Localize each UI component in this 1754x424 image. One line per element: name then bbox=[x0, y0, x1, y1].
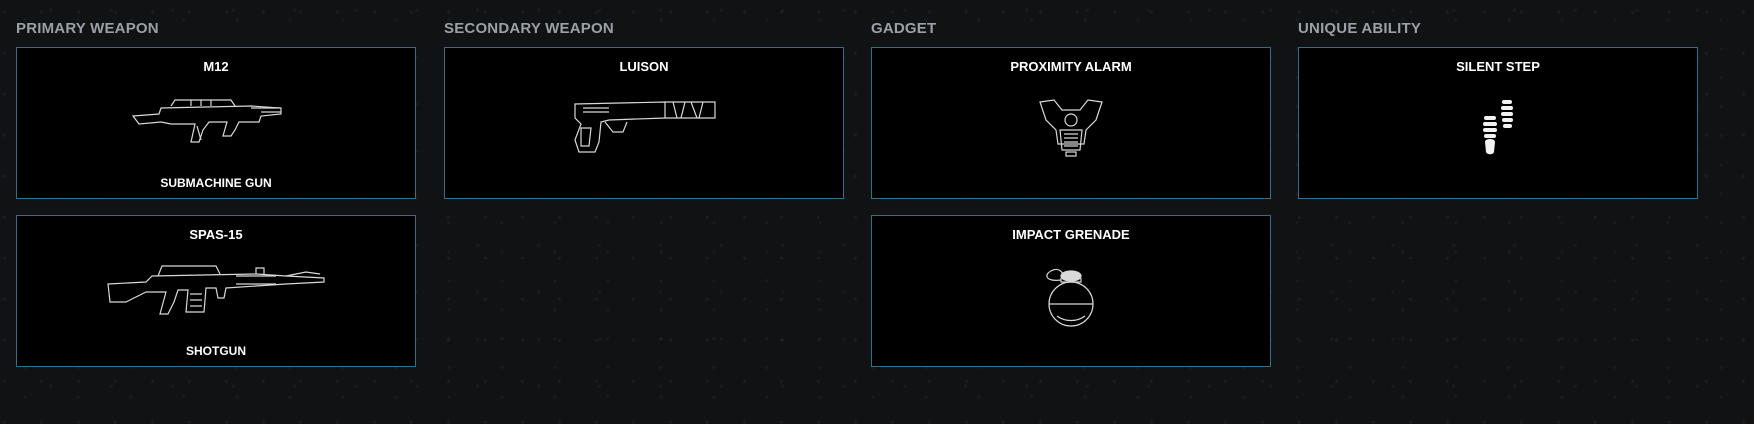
item-name: LUISON bbox=[619, 59, 669, 74]
item-name: SILENT STEP bbox=[1456, 59, 1540, 74]
section-title-unique-ability: UNIQUE ABILITY bbox=[1298, 20, 1422, 37]
impact-grenade-icon bbox=[1039, 266, 1103, 328]
item-type: SUBMACHINE GUN bbox=[160, 176, 272, 190]
item-name: PROXIMITY ALARM bbox=[1010, 59, 1132, 74]
shotgun-icon bbox=[106, 262, 326, 320]
item-type: SHOTGUN bbox=[186, 344, 246, 358]
section-title-primary-weapon: PRIMARY WEAPON bbox=[16, 20, 159, 37]
loadout-card-spas-15[interactable]: SPAS-15 SHOTGUN bbox=[16, 215, 416, 367]
pistol-icon bbox=[569, 98, 719, 156]
section-title-gadget: GADGET bbox=[871, 20, 937, 37]
section-title-secondary-weapon: SECONDARY WEAPON bbox=[444, 20, 614, 37]
loadout-card-luison[interactable]: LUISON bbox=[444, 47, 844, 199]
loadout-card-impact-grenade[interactable]: IMPACT GRENADE bbox=[871, 215, 1271, 367]
item-name: SPAS-15 bbox=[189, 227, 243, 242]
loadout-card-silent-step[interactable]: SILENT STEP bbox=[1298, 47, 1698, 199]
smg-icon bbox=[131, 96, 301, 144]
loadout-card-proximity-alarm[interactable]: PROXIMITY ALARM bbox=[871, 47, 1271, 199]
proximity-alarm-icon bbox=[1036, 96, 1106, 162]
loadout-card-m12[interactable]: M12 SUBMACHINE GUN bbox=[16, 47, 416, 199]
item-name: M12 bbox=[203, 59, 229, 74]
footsteps-icon bbox=[1476, 98, 1520, 156]
item-name: IMPACT GRENADE bbox=[1012, 227, 1130, 242]
